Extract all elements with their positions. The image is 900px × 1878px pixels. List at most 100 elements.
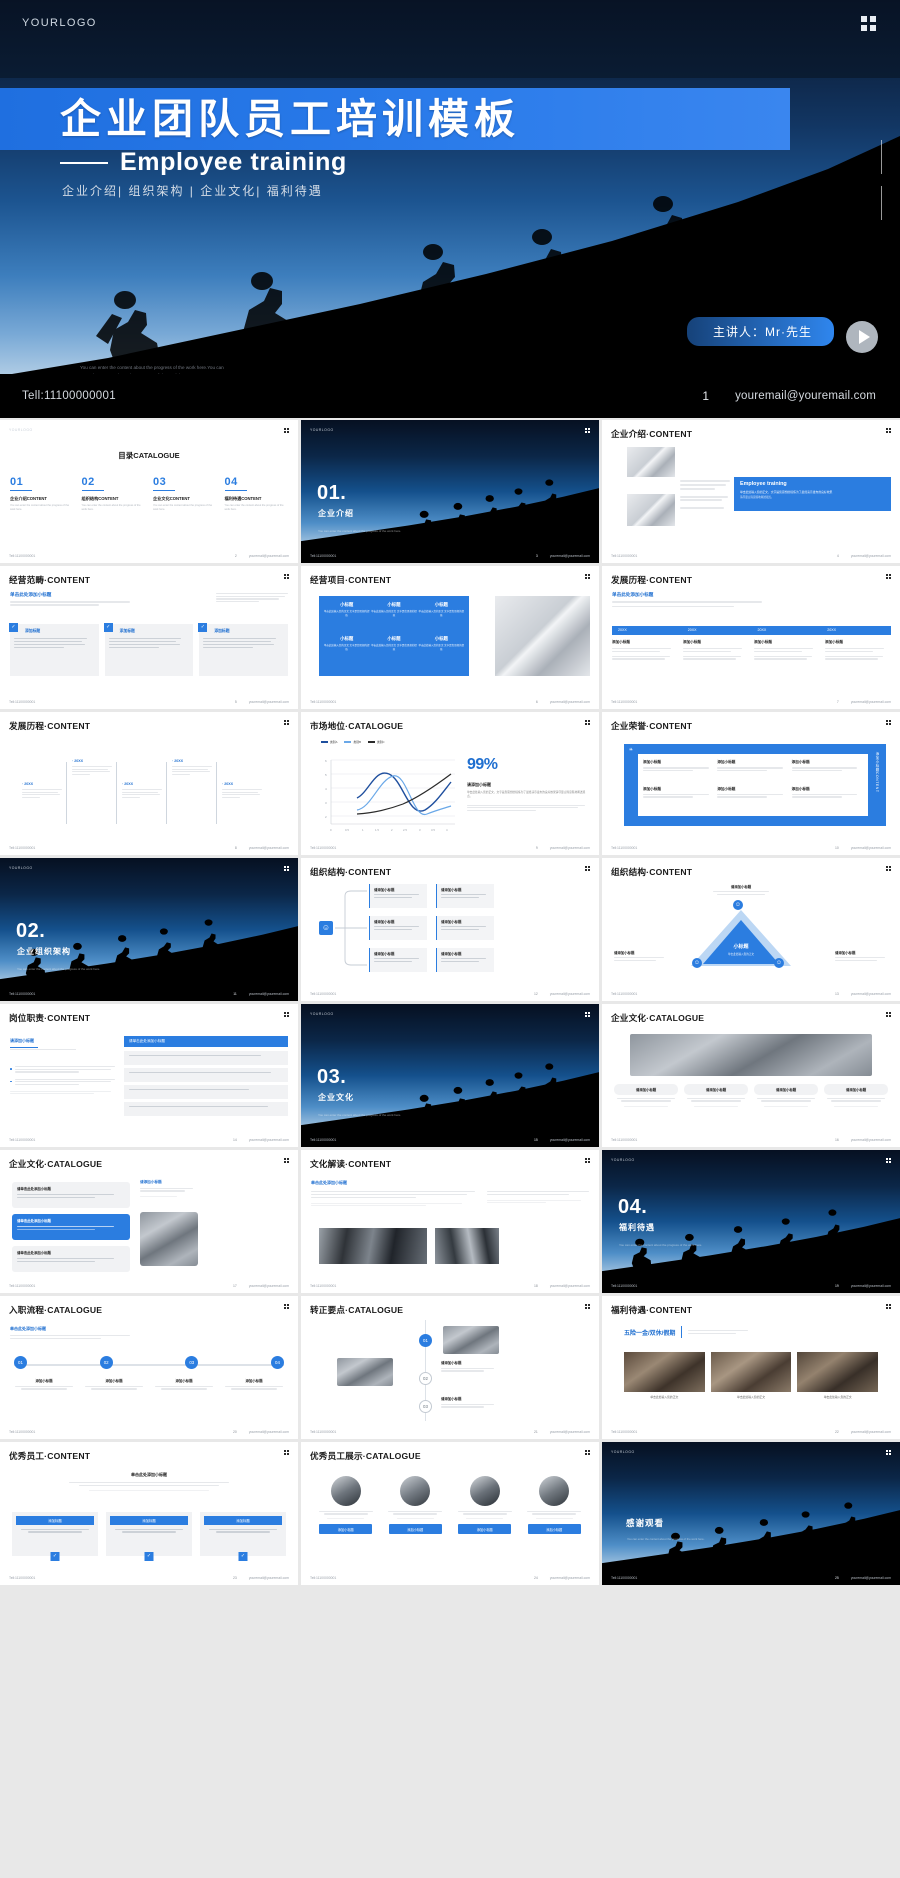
slide-thumb-section-01[interactable]: YOURLOGO 01. 企业介绍 You can enter the cont…	[301, 420, 599, 563]
avatar-item[interactable]: 添加小标题	[315, 1476, 377, 1535]
card[interactable]: 添加标题 ✓	[12, 1512, 98, 1561]
list-item[interactable]: 03 企业文化CONTENT You can enter the content…	[153, 476, 217, 511]
grid-menu-icon[interactable]	[284, 720, 289, 725]
slide-thumb-market[interactable]: 市场地位·CATALOGUE 类别A 类别B 类别C 65432 0 0.5 1…	[301, 712, 599, 855]
step-badge[interactable]: 03	[185, 1356, 199, 1369]
avatar-item[interactable]: 添加小标题	[524, 1476, 586, 1535]
grid-menu-icon[interactable]	[585, 1304, 590, 1309]
card[interactable]: 请添加小标题	[754, 1084, 818, 1107]
slide-thumb-onboard[interactable]: 入职流程·CATALOGUE 单击此处添加小标题 01 02 03 04 添加小…	[0, 1296, 298, 1439]
row-card[interactable]: 请单击此处添加小标题	[12, 1182, 130, 1208]
grid-menu-icon[interactable]	[886, 428, 891, 433]
slide-thumb-history-b[interactable]: 发展历程·CONTENT · 20XX · 20XX · 20XX · 20XX…	[0, 712, 298, 855]
node-card[interactable]: 请添加小标题	[369, 948, 427, 972]
panel-row[interactable]	[124, 1068, 288, 1082]
slide-thumb-staff[interactable]: 优秀员工·CONTENT 单击此处添加小标题 添加标题 ✓ 添加标题 ✓ 添加标题 ✓…	[0, 1442, 298, 1585]
grid-menu-icon[interactable]	[284, 574, 289, 579]
slide-thumb-benefit[interactable]: 福利待遇·CONTENT 五险一金/双休/假期 单击此处输入您的正文 单击此处输…	[602, 1296, 900, 1439]
card[interactable]: 添加标题 ✓	[200, 1512, 286, 1561]
grid-menu-icon[interactable]	[861, 16, 876, 31]
step-badge[interactable]: 01	[14, 1356, 27, 1369]
avatar-item[interactable]: 添加小标题	[385, 1476, 447, 1535]
cell[interactable]: 小标题 单击此处输入您的正文 文字是您思想的提炼	[370, 636, 417, 670]
panel-row[interactable]	[124, 1102, 288, 1116]
grid-menu-icon[interactable]	[886, 1012, 891, 1017]
slide-thumb-biz-scope[interactable]: 经营范畴·CONTENT 单击此处添加小标题 ✓ 添加标题 ✓ 添加标题 ✓ 添…	[0, 566, 298, 709]
node-card[interactable]: 请添加小标题	[436, 948, 494, 972]
cell[interactable]: 小标题 单击此处输入您的正文 文字是您思想的提炼	[370, 602, 417, 636]
cell[interactable]: 添加小标题	[791, 787, 863, 811]
tab-block[interactable]: 请添加小标题	[10, 1038, 76, 1050]
list-item[interactable]: 01 企业介绍CONTENT You can enter the content…	[10, 476, 74, 511]
node-card[interactable]: 请添加小标题	[369, 884, 427, 908]
slide-thumb-staff-show[interactable]: 优秀员工展示·CATALOGUE 添加小标题 添加小标题 添加小标题 添加小标题…	[301, 1442, 599, 1585]
slide-thumb-honor[interactable]: 企业荣誉·CONTENT ❝ 添加小标题CONTENT 添加小标题 添加小标题 …	[602, 712, 900, 855]
slide-thumb-org-tree[interactable]: 组织结构·CONTENT ☺ 请添加小标题 请添加小标题 请添加小标题 请添加小…	[301, 858, 599, 1001]
slide-thumb-confirm[interactable]: 转正要点·CATALOGUE 01 02 03 请添加小标题 请添加小标题 Te…	[301, 1296, 599, 1439]
grid-menu-icon[interactable]	[284, 1304, 289, 1309]
panel-row[interactable]	[124, 1085, 288, 1099]
grid-menu-icon[interactable]	[886, 1450, 891, 1455]
grid-menu-icon[interactable]	[886, 574, 891, 579]
cell[interactable]: 小标题 单击此处输入您的正文 文字是您思想的提炼	[418, 636, 465, 670]
slide-thumb-catalogue[interactable]: YOURLOGO 目录CATALOGUE 01 企业介绍CONTENT You …	[0, 420, 298, 563]
slide-thumb-section-04[interactable]: YOURLOGO 04. 福利待遇 You can enter the cont…	[602, 1150, 900, 1293]
slide-thumb-duty[interactable]: 岗位职责·CONTENT 请添加小标题 请单击此处添加小标题 Tell:1110…	[0, 1004, 298, 1147]
grid-menu-icon[interactable]	[886, 720, 891, 725]
grid-menu-icon[interactable]	[585, 1012, 590, 1017]
step-badge[interactable]: 01	[419, 1334, 432, 1347]
cell[interactable]: 添加小标题	[791, 760, 863, 784]
grid-menu-icon[interactable]	[284, 1012, 289, 1017]
card[interactable]: 添加标题 ✓	[106, 1512, 192, 1561]
cell[interactable]: 添加小标题	[717, 787, 788, 811]
card[interactable]: ✓ 添加标题	[103, 623, 194, 676]
grid-menu-icon[interactable]	[585, 574, 590, 579]
node-card[interactable]: 请添加小标题	[436, 916, 494, 940]
card[interactable]: 请添加小标题	[684, 1084, 748, 1107]
cell[interactable]: 小标题 单击此处输入您的正文 文字是您思想的提炼	[323, 636, 370, 670]
slide-thumb-history-a[interactable]: 发展历程·CONTENT 单击此处添加小标题 20XX 20XX 20XX 20…	[602, 566, 900, 709]
step-badge[interactable]: 02	[99, 1356, 113, 1369]
node-card[interactable]: 请添加小标题	[436, 884, 494, 908]
cell[interactable]: 小标题 单击此处输入您的正文 文字是您思想的提炼	[323, 602, 370, 636]
avatar-item[interactable]: 添加小标题	[454, 1476, 516, 1535]
grid-menu-icon[interactable]	[284, 1450, 289, 1455]
card[interactable]: ✓ 添加标题	[198, 623, 289, 676]
step-badge[interactable]: 02	[419, 1372, 432, 1385]
card[interactable]: ✓ 添加标题	[9, 623, 99, 676]
slide-thumb-section-03[interactable]: YOURLOGO 03. 企业文化 You can enter the cont…	[301, 1004, 599, 1147]
row-card[interactable]: 请单击此处添加小标题	[12, 1246, 130, 1272]
list-item[interactable]: 04 福利待遇CONTENT You can enter the content…	[224, 476, 289, 511]
slide-thumb-culture-read[interactable]: 文化解读·CONTENT 单击此处添加小标题 Tell:11100000001 …	[301, 1150, 599, 1293]
card[interactable]: 请添加小标题	[824, 1084, 888, 1107]
grid-menu-icon[interactable]	[585, 428, 590, 433]
step-badge[interactable]: 03	[419, 1400, 432, 1413]
grid-menu-icon[interactable]	[886, 866, 891, 871]
slide-thumb-culture-a[interactable]: 企业文化·CATALOGUE 请添加小标题 请添加小标题 请添加小标题 请添加小…	[602, 1004, 900, 1147]
slide-thumb-thanks[interactable]: YOURLOGO 感谢观看 You can enter the content …	[602, 1442, 900, 1585]
grid-menu-icon[interactable]	[284, 1158, 289, 1163]
node-card[interactable]: 请添加小标题	[369, 916, 427, 940]
hero-slide[interactable]: YOURLOGO 企业团队员工培训模板 Employee training 企业…	[0, 0, 900, 418]
slide-thumb-culture-b[interactable]: 企业文化·CATALOGUE 请单击此处添加小标题 请单击此处添加小标题 请单击…	[0, 1150, 298, 1293]
cell[interactable]: 添加小标题	[643, 787, 714, 811]
cell[interactable]: 添加小标题	[643, 760, 714, 784]
grid-menu-icon[interactable]	[585, 866, 590, 871]
grid-menu-icon[interactable]	[284, 428, 289, 433]
grid-menu-icon[interactable]	[585, 1450, 590, 1455]
grid-menu-icon[interactable]	[585, 1158, 590, 1163]
play-button[interactable]	[846, 321, 878, 353]
grid-menu-icon[interactable]	[284, 866, 289, 871]
slide-thumb-biz-project[interactable]: 经营项目·CONTENT 小标题 单击此处输入您的正文 文字是您思想的提炼 小标题…	[301, 566, 599, 709]
cell[interactable]: 小标题 单击此处输入您的正文 文字是您思想的提炼	[418, 602, 465, 636]
row-card-active[interactable]: 请单击此处添加小标题	[12, 1214, 130, 1240]
step-badge[interactable]: 04	[270, 1356, 284, 1369]
cell[interactable]: 添加小标题	[717, 760, 788, 784]
grid-menu-icon[interactable]	[585, 720, 590, 725]
grid-menu-icon[interactable]	[886, 1158, 891, 1163]
slide-thumb-section-02[interactable]: YOURLOGO 02. 企业组织架构 You can enter the co…	[0, 858, 298, 1001]
grid-menu-icon[interactable]	[886, 1304, 891, 1309]
slide-thumb-org-triangle[interactable]: 组织结构·CONTENT 小标题 单击此处输入您的正文 ☺ ☺ ☺ 请添加小标题…	[602, 858, 900, 1001]
panel-row[interactable]	[124, 1051, 288, 1065]
card[interactable]: 请添加小标题	[614, 1084, 678, 1107]
